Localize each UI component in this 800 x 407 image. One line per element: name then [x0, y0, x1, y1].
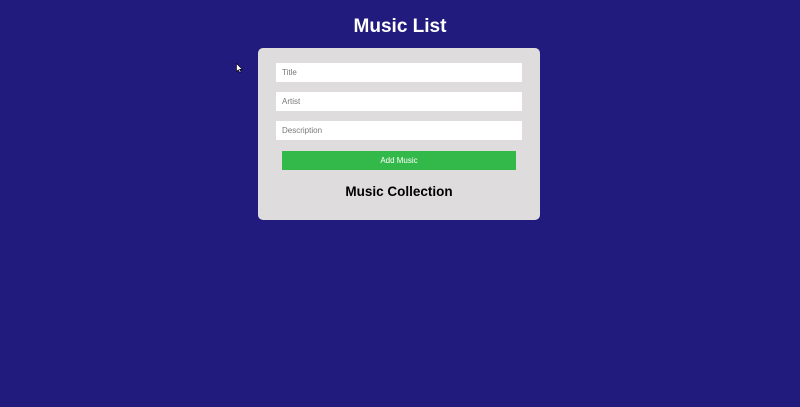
page-title: Music List — [353, 16, 447, 37]
mouse-cursor-icon — [236, 63, 243, 73]
artist-input[interactable] — [276, 92, 522, 111]
description-input[interactable] — [276, 121, 522, 140]
music-collection-heading: Music Collection — [345, 184, 453, 199]
music-form-card: Add Music Music Collection — [258, 48, 540, 220]
title-input[interactable] — [276, 63, 522, 82]
add-music-button[interactable]: Add Music — [282, 151, 516, 170]
